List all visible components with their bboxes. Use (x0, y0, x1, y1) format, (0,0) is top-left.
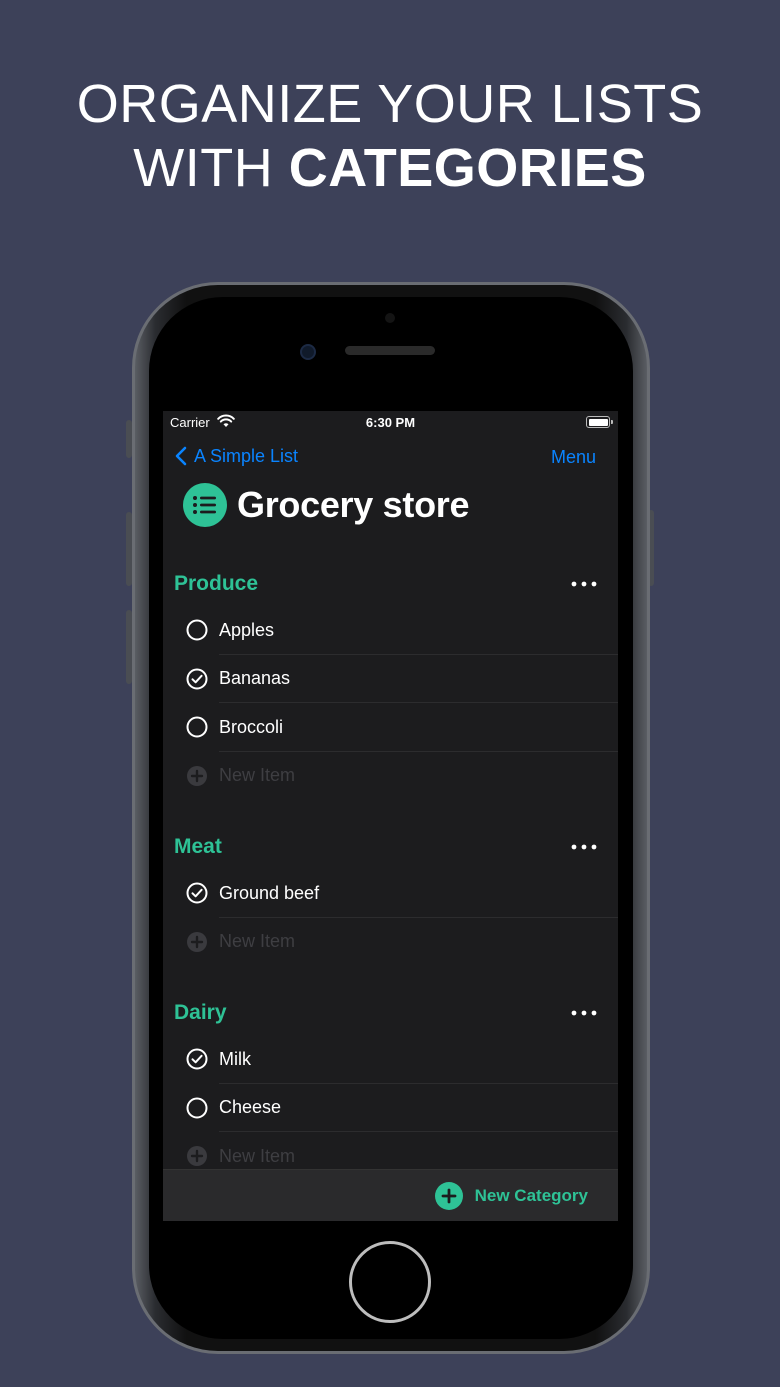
checked-circle-icon[interactable] (186, 1048, 208, 1070)
page-header: Grocery store (183, 483, 470, 527)
back-button[interactable]: A Simple List (174, 445, 298, 467)
list-item[interactable]: Apples (174, 606, 618, 655)
add-circle-icon (187, 1146, 207, 1167)
page-title: Grocery store (237, 484, 470, 525)
more-options-icon[interactable] (570, 576, 598, 592)
chevron-left-icon (175, 446, 187, 466)
status-bar: Carrier 6:30 PM (163, 411, 618, 435)
new-item-placeholder: New Item (219, 1145, 296, 1166)
category-produce: Produce Apples Bananas Broccoli New Item (163, 568, 618, 800)
status-time: 6:30 PM (365, 415, 416, 430)
category-name: Dairy (174, 1001, 227, 1024)
unchecked-circle-icon[interactable] (186, 619, 208, 641)
item-label: Broccoli (219, 716, 284, 737)
proximity-sensor (385, 313, 395, 323)
category-items: Milk Cheese New Item (174, 1035, 618, 1181)
list-icon (183, 483, 227, 527)
earpiece-speaker (345, 346, 435, 355)
home-button[interactable] (349, 1241, 431, 1323)
headline-line-2-regular: WITH (133, 138, 289, 198)
checked-circle-icon[interactable] (186, 668, 208, 690)
item-label: Apples (219, 619, 275, 640)
item-label: Milk (219, 1048, 251, 1069)
headline-line-1: ORGANIZE YOUR LISTS (76, 74, 704, 134)
item-label: Ground beef (219, 882, 320, 903)
plus-icon (434, 1182, 463, 1210)
headline-line-2: WITH CATEGORIES (0, 136, 780, 200)
item-label: Cheese (219, 1097, 282, 1118)
bottom-toolbar: New Category (163, 1169, 618, 1221)
checked-circle-icon[interactable] (186, 882, 208, 904)
list-item[interactable]: Bananas (174, 655, 618, 704)
new-category-label: New Category (474, 1186, 588, 1205)
battery-icon (586, 416, 613, 428)
new-item-row[interactable]: New Item (174, 752, 618, 801)
category-header: Produce (163, 568, 618, 606)
category-dairy: Dairy Milk Cheese New Item (163, 997, 618, 1181)
promo-headline: ORGANIZE YOUR LISTS WITH CATEGORIES (0, 72, 780, 200)
front-camera (300, 344, 316, 360)
category-items: Ground beef New Item (174, 869, 618, 966)
category-name: Meat (174, 835, 222, 858)
category-header: Dairy (163, 997, 618, 1035)
app-screen: Carrier 6:30 PM A Simple List Menu Groce… (163, 411, 618, 1221)
category-items: Apples Bananas Broccoli New Item (174, 606, 618, 800)
more-options-icon[interactable] (570, 839, 598, 855)
new-item-placeholder: New Item (219, 931, 296, 952)
more-options-icon[interactable] (570, 1005, 598, 1021)
category-meat: Meat Ground beef New Item (163, 831, 618, 966)
item-label: Bananas (219, 668, 291, 689)
list-item[interactable]: Cheese (174, 1084, 618, 1133)
list-item[interactable]: Milk (174, 1035, 618, 1084)
back-button-label: A Simple List (194, 445, 299, 466)
add-circle-icon (187, 765, 207, 786)
category-name: Produce (174, 572, 259, 595)
list-item[interactable]: Broccoli (174, 703, 618, 752)
list-item[interactable]: Ground beef (174, 869, 618, 918)
new-category-button[interactable]: New Category (434, 1182, 588, 1210)
category-header: Meat (163, 831, 618, 869)
unchecked-circle-icon[interactable] (186, 1097, 208, 1119)
menu-button[interactable]: Menu (551, 447, 596, 468)
new-item-row[interactable]: New Item (174, 918, 618, 967)
unchecked-circle-icon[interactable] (186, 716, 208, 738)
new-item-placeholder: New Item (219, 765, 296, 786)
add-circle-icon (187, 931, 207, 952)
headline-line-2-bold: CATEGORIES (288, 138, 647, 198)
